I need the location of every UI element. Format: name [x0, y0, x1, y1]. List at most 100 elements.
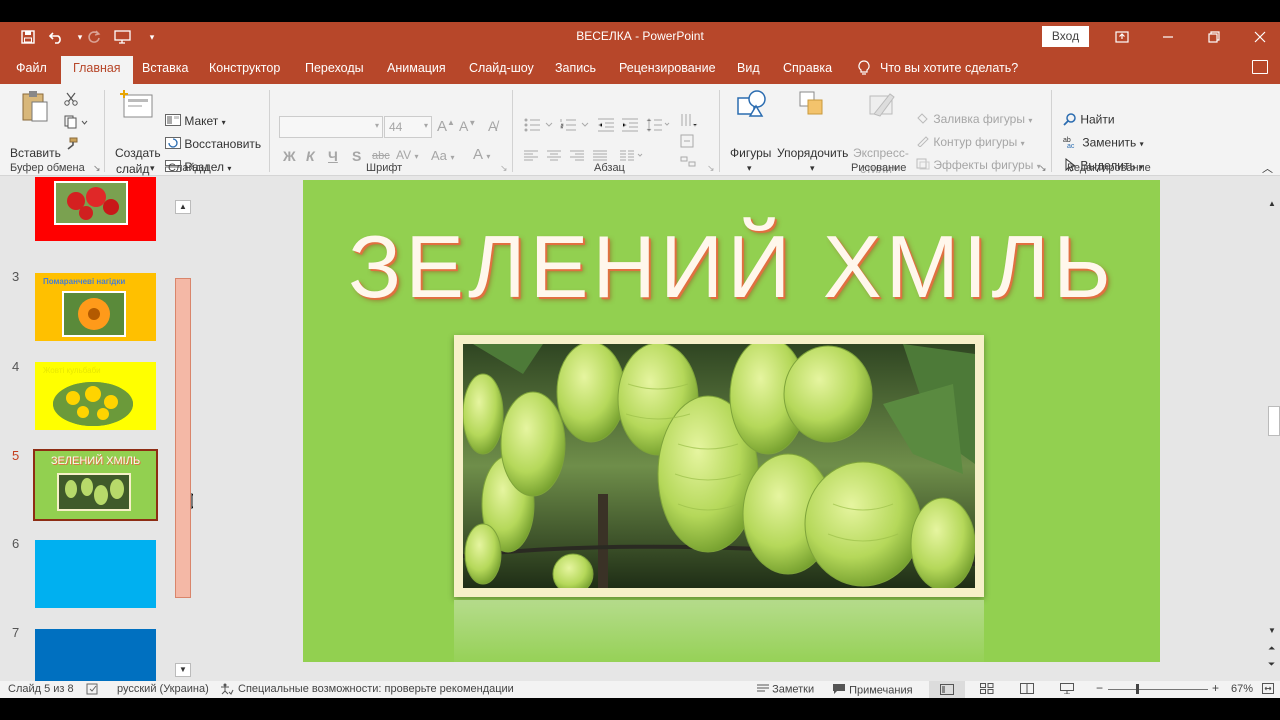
arrange-icon[interactable]	[796, 88, 828, 123]
fit-slide-icon[interactable]	[1262, 683, 1274, 697]
spelling-icon[interactable]	[86, 683, 100, 698]
slide-thumbnail-2[interactable]	[35, 177, 156, 241]
align-left-icon[interactable]	[524, 150, 538, 165]
line-spacing-icon[interactable]	[646, 117, 670, 136]
layout-button[interactable]: Макет ▾	[165, 114, 226, 129]
paragraph-launcher-icon[interactable]: ↘	[707, 163, 715, 174]
shadow-button[interactable]: S	[352, 148, 361, 164]
numbering-icon[interactable]	[560, 118, 590, 135]
font-color-button[interactable]: A ▾	[473, 146, 490, 163]
thumbnails-scrollbar[interactable]: ▲ ▼	[174, 177, 192, 681]
align-text-icon[interactable]	[680, 134, 700, 153]
zoom-in-button[interactable]: +	[1212, 681, 1219, 695]
char-spacing-button[interactable]: AV ▾	[396, 148, 418, 162]
hops-photo[interactable]	[454, 335, 984, 597]
font-name-select[interactable]: ▾	[279, 116, 383, 138]
current-slide[interactable]: ЗЕЛЕНИЙ ХМІЛЬ	[303, 180, 1160, 662]
replace-button[interactable]: ab ac Заменить ▾	[1063, 135, 1144, 152]
comments-button[interactable]: Примечания	[832, 683, 913, 698]
increase-indent-icon[interactable]	[622, 118, 638, 135]
tab-file[interactable]: Файл	[16, 61, 47, 75]
normal-view-button[interactable]	[929, 681, 965, 698]
scroll-down-icon[interactable]: ▼	[1268, 626, 1276, 635]
tab-transitions[interactable]: Переходы	[305, 61, 364, 75]
shapes-button[interactable]: Фигуры	[730, 146, 771, 160]
bold-button[interactable]: Ж	[283, 148, 296, 164]
next-slide-icon[interactable]: ⏷	[1268, 659, 1275, 670]
paste-icon[interactable]	[20, 90, 50, 127]
slide-thumbnail-3[interactable]: Помаранчеві нагідки	[35, 273, 156, 341]
restore-icon[interactable]	[1194, 25, 1234, 49]
slideshow-view-icon[interactable]	[1060, 683, 1074, 697]
change-case-button[interactable]: Aa ▾	[431, 148, 455, 163]
slide-thumbnail-5[interactable]: ЗЕЛЕНИЙ ХМІЛЬ	[33, 449, 158, 521]
shapes-dropdown-icon[interactable]: ▾	[747, 163, 752, 174]
shape-fill-button[interactable]: Заливка фигуры ▾	[916, 112, 1032, 127]
strikethrough-button[interactable]: abc	[372, 150, 390, 162]
collapse-ribbon-icon[interactable]: ︿	[1262, 160, 1273, 176]
language-indicator[interactable]: русский (Украина)	[117, 683, 209, 695]
smartart-icon[interactable]	[680, 156, 700, 171]
quick-styles-icon[interactable]	[866, 88, 898, 123]
arrange-dropdown-icon[interactable]: ▾	[810, 163, 815, 174]
find-button[interactable]: Найти	[1063, 112, 1115, 129]
tab-animations[interactable]: Анимация	[387, 61, 446, 75]
zoom-slider[interactable]	[1108, 689, 1208, 690]
comments-icon[interactable]	[1252, 60, 1268, 74]
clipboard-launcher-icon[interactable]: ↘	[93, 163, 101, 174]
shrink-font-icon[interactable]: A▼	[459, 118, 476, 134]
underline-button[interactable]: Ч	[328, 148, 338, 164]
slide-sorter-icon[interactable]	[980, 683, 994, 697]
align-center-icon[interactable]	[547, 150, 561, 165]
tab-slideshow[interactable]: Слайд-шоу	[469, 61, 534, 75]
shape-effects-button[interactable]: Эффекты фигуры ▾	[916, 158, 1041, 173]
shapes-icon[interactable]	[736, 88, 768, 123]
decrease-indent-icon[interactable]	[598, 118, 614, 135]
italic-button[interactable]: К	[306, 148, 315, 164]
scroll-down-icon[interactable]: ▼	[175, 663, 191, 677]
copy-icon[interactable]	[64, 115, 88, 132]
slide-title[interactable]: ЗЕЛЕНИЙ ХМІЛЬ	[303, 216, 1160, 318]
clear-formatting-icon[interactable]: A̸	[488, 118, 497, 134]
minimize-icon[interactable]	[1148, 25, 1188, 49]
notes-button[interactable]: Заметки	[757, 683, 814, 696]
signin-button[interactable]: Вход	[1042, 26, 1089, 47]
accessibility-status[interactable]: Специальные возможности: проверьте реком…	[238, 683, 514, 695]
new-slide-button[interactable]: Создать	[115, 146, 161, 160]
slide-thumbnail-4[interactable]: Жовті кульбаби	[35, 362, 156, 430]
canvas-scrollbar[interactable]: ▲ ▼ ⏶ ⏷	[1267, 177, 1280, 681]
text-direction-icon[interactable]	[680, 112, 700, 131]
tab-insert[interactable]: Вставка	[142, 61, 188, 75]
tab-design[interactable]: Конструктор	[209, 61, 280, 75]
new-slide-dropdown-icon[interactable]: ▾	[150, 163, 155, 174]
tell-me-box[interactable]: Что вы хотите сделать?	[858, 60, 1018, 76]
arrange-button[interactable]: Упорядочить	[777, 146, 848, 160]
drawing-launcher-icon[interactable]: ↘	[1039, 163, 1047, 174]
zoom-level[interactable]: 67%	[1231, 683, 1253, 695]
previous-slide-icon[interactable]: ⏶	[1268, 643, 1275, 654]
zoom-out-button[interactable]: −	[1096, 681, 1103, 695]
close-icon[interactable]	[1240, 25, 1280, 49]
font-size-select[interactable]: 44 ▾	[384, 116, 432, 138]
shape-outline-button[interactable]: Контур фигуры ▾	[916, 135, 1025, 150]
reset-button[interactable]: Восстановить	[165, 137, 261, 152]
tab-record[interactable]: Запись	[555, 61, 596, 75]
tab-home[interactable]: Главная	[61, 56, 133, 84]
new-slide-icon[interactable]	[120, 89, 154, 122]
tab-review[interactable]: Рецензирование	[619, 61, 716, 75]
reading-view-icon[interactable]	[1020, 683, 1034, 697]
ribbon-display-options-icon[interactable]	[1102, 25, 1142, 49]
tab-view[interactable]: Вид	[737, 61, 760, 75]
slide-thumbnail-6[interactable]	[35, 540, 156, 608]
grow-font-icon[interactable]: A▲	[437, 118, 455, 135]
font-launcher-icon[interactable]: ↘	[500, 163, 508, 174]
paste-button[interactable]: Вставить	[10, 146, 61, 160]
tab-help[interactable]: Справка	[783, 61, 832, 75]
cut-icon[interactable]	[64, 92, 78, 109]
quick-styles-line1[interactable]: Экспресс-	[853, 146, 909, 160]
align-right-icon[interactable]	[570, 150, 584, 165]
slide-thumbnail-7[interactable]	[35, 629, 156, 681]
scrollbar-thumb[interactable]	[1268, 406, 1280, 436]
zoom-slider-thumb[interactable]	[1136, 684, 1139, 694]
bullets-icon[interactable]	[524, 118, 554, 135]
